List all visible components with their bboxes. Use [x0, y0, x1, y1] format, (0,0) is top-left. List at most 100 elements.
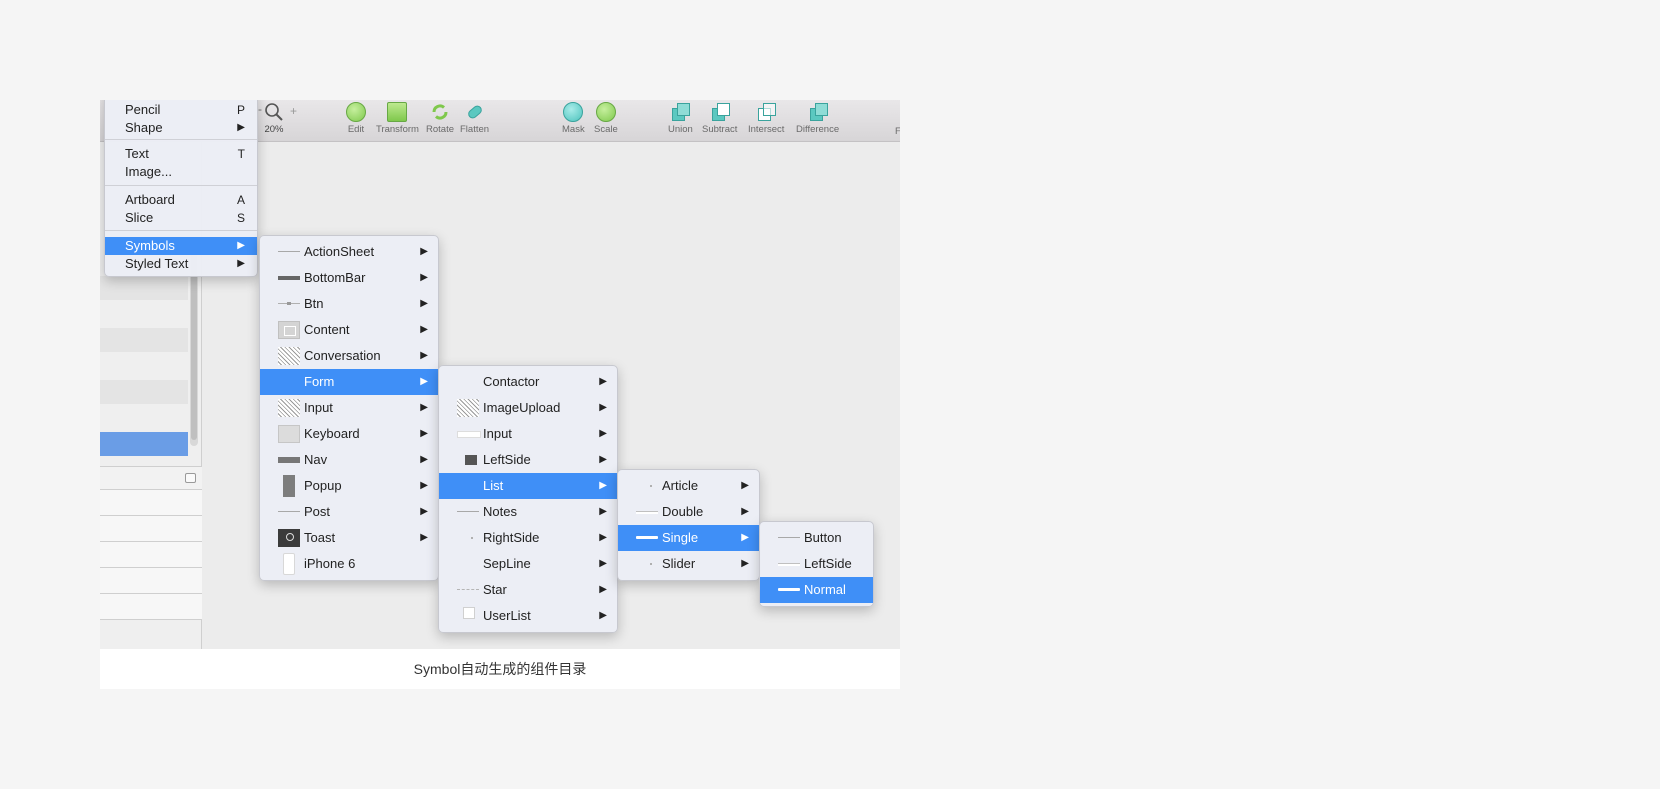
subtract-button[interactable]: Subtract [702, 102, 737, 135]
inspector-row[interactable] [100, 568, 202, 594]
menu-item-artboard[interactable]: Artboard A [105, 191, 257, 209]
union-button[interactable]: Union [668, 102, 693, 135]
menu-item-single[interactable]: Single ▶ [618, 525, 759, 551]
rightside-thumbnail-icon [457, 529, 479, 547]
menu-item-article[interactable]: Article ▶ [618, 473, 759, 499]
menu-item-button[interactable]: Button [760, 525, 873, 551]
menu-item-symbols[interactable]: Symbols ▶ [105, 237, 257, 255]
menu-item-form[interactable]: Form ▶ [260, 369, 438, 395]
menu-item-text[interactable]: Text T [105, 145, 257, 163]
menu-item-imageupload[interactable]: ImageUpload ▶ [439, 395, 617, 421]
star-thumbnail-icon [457, 581, 479, 599]
transform-button[interactable]: Transform [376, 102, 419, 135]
menu-item-post[interactable]: Post ▶ [260, 499, 438, 525]
menu-separator [105, 139, 257, 140]
single-thumbnail-icon [636, 529, 658, 547]
layer-row[interactable] [100, 276, 188, 300]
menu-item-leftside[interactable]: LeftSide ▶ [439, 447, 617, 473]
menu-item-toast[interactable]: Toast ▶ [260, 525, 438, 551]
zoom-tool[interactable]: 20% [264, 102, 284, 135]
export-icon[interactable] [185, 473, 196, 483]
mask-button[interactable]: Mask [562, 102, 585, 135]
article-thumbnail-icon [636, 477, 658, 495]
menu-item-normal[interactable]: Normal [760, 577, 873, 603]
form-submenu: Contactor ▶ ImageUpload ▶ Input ▶ LeftSide ▶… [438, 365, 618, 633]
sketch-screenshot: - 20% + Edit Transform Rotate Flatten Ma… [100, 100, 900, 649]
flatten-button[interactable]: Flatten [460, 102, 489, 135]
zoom-minus-button[interactable]: - [258, 102, 262, 116]
form-input-thumbnail-icon [457, 425, 481, 443]
transform-icon [387, 102, 408, 122]
menu-item-single-leftside[interactable]: LeftSide [760, 551, 873, 577]
inspector-row[interactable] [100, 490, 202, 516]
slider-thumbnail-icon [636, 555, 658, 573]
inspector-row[interactable] [100, 516, 202, 542]
layers-footer [100, 466, 202, 490]
flatten-icon [467, 105, 482, 119]
menu-item-pencil[interactable]: Pencil P [105, 101, 257, 119]
menu-item-styled-text[interactable]: Styled Text ▶ [105, 255, 257, 273]
rotate-icon [432, 104, 448, 120]
menu-item-double[interactable]: Double ▶ [618, 499, 759, 525]
edit-button[interactable]: Edit [346, 102, 366, 135]
menu-item-content[interactable]: Content ▶ [260, 317, 438, 343]
menu-item-image[interactable]: Image... [105, 163, 257, 181]
menu-item-notes[interactable]: Notes ▶ [439, 499, 617, 525]
button-thumbnail-icon [778, 529, 800, 547]
menu-item-sepline[interactable]: SepLine ▶ [439, 551, 617, 577]
menu-item-userlist[interactable]: UserList ▶ [439, 603, 617, 629]
menu-item-actionsheet[interactable]: ActionSheet ▶ [260, 239, 438, 265]
input-thumbnail-icon [278, 399, 300, 417]
toolbar-overflow-label: F [895, 126, 900, 137]
difference-button[interactable]: Difference [796, 102, 839, 135]
menu-item-nav[interactable]: Nav ▶ [260, 447, 438, 473]
menu-item-conversation[interactable]: Conversation ▶ [260, 343, 438, 369]
keyboard-thumbnail-icon [278, 425, 300, 443]
figure-caption: Symbol自动生成的组件目录 [100, 649, 900, 689]
inspector-row[interactable] [100, 594, 202, 620]
magnifier-icon [265, 103, 283, 121]
intersect-icon [756, 102, 777, 122]
layer-row[interactable] [100, 380, 188, 404]
bottombar-thumbnail-icon [278, 269, 300, 287]
zoom-plus-button[interactable]: + [290, 104, 297, 118]
menu-item-iphone6[interactable]: iPhone 6 [260, 551, 438, 577]
menu-item-contactor[interactable]: Contactor ▶ [439, 369, 617, 395]
insert-menu: Pencil P Shape ▶ Text T Image... Artboard A … [104, 100, 258, 277]
rotate-button[interactable]: Rotate [426, 102, 454, 135]
imageupload-thumbnail-icon [457, 399, 479, 417]
mask-icon [563, 102, 584, 122]
intersect-button[interactable]: Intersect [748, 102, 784, 135]
btn-thumbnail-icon [278, 295, 300, 313]
menu-item-bottombar[interactable]: BottomBar ▶ [260, 265, 438, 291]
popup-thumbnail-icon [283, 475, 295, 497]
transform-label: Transform [376, 124, 419, 135]
subtract-label: Subtract [702, 124, 738, 135]
menu-item-btn[interactable]: Btn ▶ [260, 291, 438, 317]
leftside-thumbnail-icon [465, 455, 477, 465]
menu-item-keyboard[interactable]: Keyboard ▶ [260, 421, 438, 447]
menu-separator [105, 185, 257, 186]
mask-label: Mask [562, 124, 585, 135]
menu-item-slider[interactable]: Slider ▶ [618, 551, 759, 577]
menu-item-form-input[interactable]: Input ▶ [439, 421, 617, 447]
zoom-value: 20% [264, 124, 284, 135]
menu-item-slice[interactable]: Slice S [105, 209, 257, 227]
menu-item-rightside[interactable]: RightSide ▶ [439, 525, 617, 551]
menu-item-shape[interactable]: Shape ▶ [105, 119, 257, 137]
menu-item-star[interactable]: Star ▶ [439, 577, 617, 603]
menu-item-popup[interactable]: Popup ▶ [260, 473, 438, 499]
scale-label: Scale [594, 124, 618, 135]
layer-row-selected[interactable] [100, 432, 188, 456]
conversation-thumbnail-icon [278, 347, 300, 365]
menu-item-input[interactable]: Input ▶ [260, 395, 438, 421]
notes-thumbnail-icon [457, 503, 479, 521]
inspector-row[interactable] [100, 542, 202, 568]
figure: - 20% + Edit Transform Rotate Flatten Ma… [100, 100, 900, 689]
normal-thumbnail-icon [778, 581, 800, 599]
scale-button[interactable]: Scale [594, 102, 618, 135]
layer-row[interactable] [100, 328, 188, 352]
iphone6-thumbnail-icon [283, 553, 295, 575]
menu-item-list[interactable]: List ▶ [439, 473, 617, 499]
scale-icon [595, 102, 616, 122]
